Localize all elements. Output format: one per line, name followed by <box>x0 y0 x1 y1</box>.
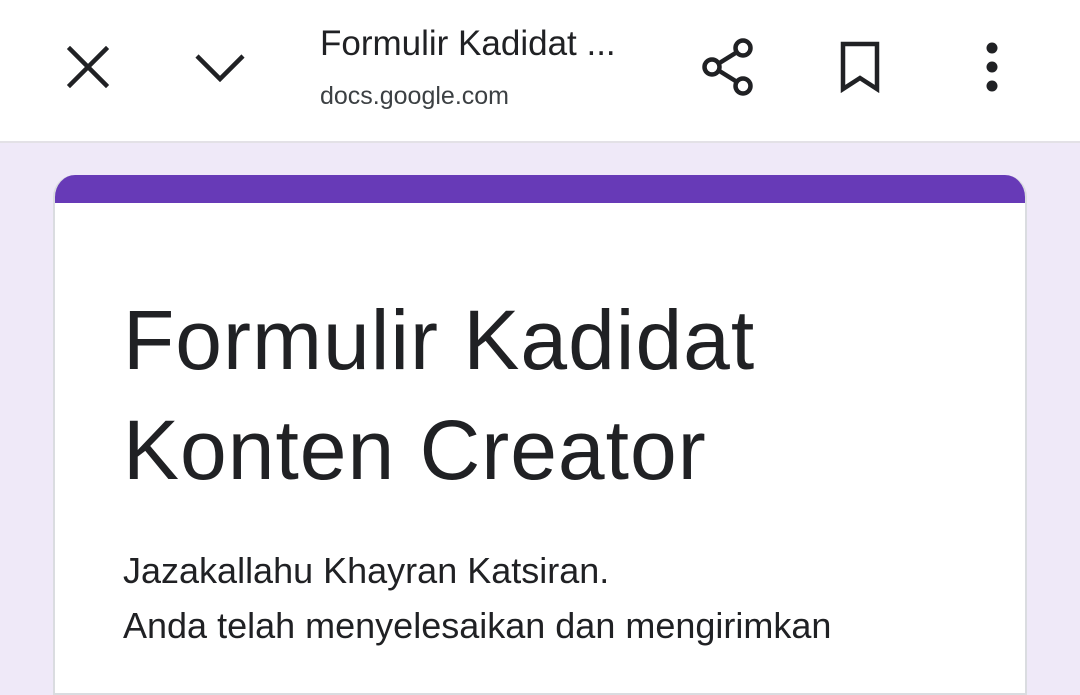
form-title-line-2: Konten Creator <box>123 403 707 497</box>
share-icon <box>702 38 753 96</box>
minimize-button[interactable] <box>180 27 260 107</box>
confirmation-message: Jazakallahu Khayran Katsiran. Anda telah… <box>123 543 983 653</box>
more-options-button[interactable] <box>952 27 1032 107</box>
confirmation-line-2: Anda telah menyelesaikan dan mengirimkan <box>123 605 832 646</box>
bookmark-button[interactable] <box>820 27 900 107</box>
confirmation-line-1: Jazakallahu Khayran Katsiran. <box>123 550 610 591</box>
form-title: Formulir Kadidat Konten Creator <box>123 285 943 505</box>
share-button[interactable] <box>688 27 768 107</box>
tab-title-block[interactable]: Formulir Kadidat ... docs.google.com <box>320 22 650 112</box>
more-vert-icon <box>986 42 998 92</box>
form-card: Formulir Kadidat Konten Creator Jazakall… <box>53 175 1027 695</box>
form-title-line-1: Formulir Kadidat <box>123 293 756 387</box>
bookmark-icon <box>840 41 880 93</box>
close-icon <box>67 46 109 88</box>
close-button[interactable] <box>48 27 128 107</box>
form-accent-bar <box>55 175 1025 203</box>
page-url: docs.google.com <box>320 82 510 110</box>
chevron-down-icon <box>195 54 245 82</box>
page-title: Formulir Kadidat ... <box>320 24 616 63</box>
browser-toolbar: Formulir Kadidat ... docs.google.com <box>0 0 1080 143</box>
